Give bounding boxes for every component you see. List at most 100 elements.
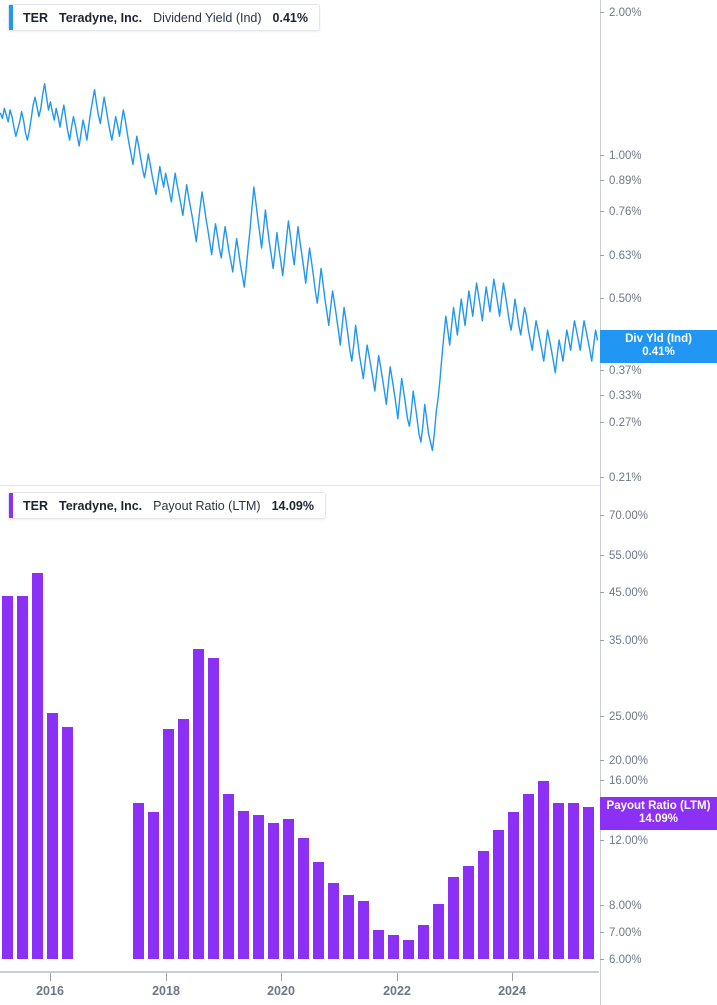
legend-company-top: Teradyne, Inc.: [59, 10, 143, 25]
payout-ratio-bar[interactable]: [253, 814, 264, 959]
x-axis-label-2022: 2022: [383, 984, 411, 998]
payout-ratio-bar[interactable]: [32, 573, 43, 959]
tick-mark-icon: [600, 959, 604, 960]
payout-ratio-legend[interactable]: TER Teradyne, Inc. Payout Ratio (LTM) 14…: [8, 492, 326, 519]
legend-value-top: 0.41%: [272, 10, 308, 25]
payout-ratio-panel: 70.00% 55.00% 45.00% 35.00% 25.00% 20.00% 16.0…: [0, 486, 717, 1005]
payout-ratio-bar[interactable]: [358, 901, 369, 959]
tick-label: 55.00%: [609, 550, 649, 562]
tick-label: 45.00%: [609, 587, 649, 599]
tick-mark-icon: [600, 760, 604, 761]
payout-ratio-bar[interactable]: [62, 726, 73, 959]
legend-ticker-bottom: TER: [23, 498, 48, 513]
tick-mark-icon: [600, 932, 604, 933]
tick-mark-icon: [600, 905, 604, 906]
badge-label-top: Div Yld (Ind): [625, 333, 692, 345]
y-axis-line-top: [600, 0, 601, 486]
payout-ratio-bar[interactable]: [583, 806, 594, 959]
payout-ratio-bar[interactable]: [298, 837, 309, 959]
tick-mark-icon: [600, 422, 604, 423]
tick-label: 2.00%: [609, 7, 642, 19]
tick-mark-icon: [600, 640, 604, 641]
payout-ratio-bar[interactable]: [328, 882, 339, 959]
payout-ratio-bar[interactable]: [238, 810, 249, 959]
payout-ratio-bar[interactable]: [538, 780, 549, 959]
payout-ratio-bar[interactable]: [343, 894, 354, 959]
tick-label: 0.63%: [609, 250, 642, 262]
x-axis-label-2018: 2018: [152, 984, 180, 998]
payout-ratio-bar[interactable]: [508, 812, 519, 959]
payout-ratio-bar[interactable]: [193, 649, 204, 959]
payout-ratio-bar[interactable]: [373, 929, 384, 959]
tick-mark-icon: [600, 12, 604, 13]
payout-ratio-bar[interactable]: [208, 657, 219, 959]
tick-mark-icon: [600, 298, 604, 299]
x-axis-label-2024: 2024: [498, 984, 526, 998]
payout-ratio-bar[interactable]: [493, 830, 504, 959]
x-axis-line: [0, 971, 599, 973]
payout-ratio-bar[interactable]: [403, 940, 414, 959]
payout-ratio-bar[interactable]: [133, 803, 144, 959]
tick-label: 0.76%: [609, 206, 642, 218]
payout-ratio-bar[interactable]: [523, 794, 534, 959]
payout-ratio-bar[interactable]: [223, 794, 234, 959]
tick-label: 0.21%: [609, 472, 642, 484]
tick-mark-icon: [600, 255, 604, 256]
dividend-yield-y-axis: 2.00% 1.00% 0.89% 0.76% 0.63% 0.50% 0.37% 0.33%…: [600, 0, 717, 486]
x-tick-mark-2024: [512, 973, 513, 981]
x-axis-label-2016: 2016: [36, 984, 64, 998]
legend-metric-top: Dividend Yield (Ind): [153, 10, 262, 25]
tick-mark-icon: [600, 395, 604, 396]
tick-mark-icon: [600, 211, 604, 212]
payout-ratio-bar[interactable]: [448, 876, 459, 959]
payout-ratio-bar[interactable]: [148, 812, 159, 959]
payout-ratio-bar[interactable]: [2, 595, 13, 959]
tick-mark-icon: [600, 840, 604, 841]
payout-ratio-bar[interactable]: [47, 713, 58, 959]
tick-mark-icon: [600, 780, 604, 781]
tick-mark-icon: [600, 370, 604, 371]
tick-label: 1.00%: [609, 150, 642, 162]
payout-ratio-bar[interactable]: [313, 862, 324, 959]
payout-ratio-bar[interactable]: [463, 865, 474, 959]
chart-page: 2.00% 1.00% 0.89% 0.76% 0.63% 0.50% 0.37% 0.33%…: [0, 0, 717, 1005]
tick-mark-icon: [600, 180, 604, 181]
dividend-yield-plot[interactable]: [0, 0, 599, 486]
payout-ratio-plot[interactable]: [0, 486, 599, 959]
x-axis-label-2020: 2020: [267, 984, 295, 998]
badge-value-bottom: 14.09%: [638, 813, 678, 825]
payout-ratio-bar[interactable]: [163, 729, 174, 959]
tick-label: 0.37%: [609, 365, 642, 377]
y-axis-line-bottom: [600, 486, 601, 1005]
legend-metric-bottom: Payout Ratio (LTM): [153, 498, 261, 513]
badge-label-bottom: Payout Ratio (LTM): [606, 800, 711, 812]
tick-label: 35.00%: [609, 635, 649, 647]
legend-company-bottom: Teradyne, Inc.: [59, 498, 143, 513]
x-tick-mark-2018: [166, 973, 167, 981]
payout-ratio-bar[interactable]: [553, 803, 564, 959]
tick-mark-icon: [600, 592, 604, 593]
tick-label: 7.00%: [609, 927, 642, 939]
payout-ratio-bar[interactable]: [268, 823, 279, 959]
payout-ratio-bar[interactable]: [478, 850, 489, 959]
dividend-yield-value-badge[interactable]: Div Yld (Ind) 0.41%: [600, 330, 717, 363]
payout-ratio-value-badge[interactable]: Payout Ratio (LTM) 14.09%: [600, 797, 717, 830]
payout-ratio-bar[interactable]: [283, 818, 294, 959]
legend-color-swatch-blue: [9, 5, 13, 30]
dividend-yield-legend[interactable]: TER Teradyne, Inc. Dividend Yield (Ind) …: [8, 4, 320, 31]
x-tick-mark-2020: [281, 973, 282, 981]
payout-ratio-bar[interactable]: [568, 803, 579, 959]
tick-mark-icon: [600, 155, 604, 156]
tick-label: 20.00%: [609, 755, 649, 767]
tick-mark-icon: [600, 515, 604, 516]
payout-ratio-bar[interactable]: [17, 595, 28, 959]
payout-ratio-bar[interactable]: [388, 934, 399, 959]
payout-ratio-bar[interactable]: [433, 903, 444, 959]
tick-label: 0.27%: [609, 417, 642, 429]
payout-ratio-bar[interactable]: [178, 718, 189, 959]
x-tick-mark-2022: [397, 973, 398, 981]
legend-color-swatch-purple: [9, 493, 13, 518]
dividend-yield-panel: 2.00% 1.00% 0.89% 0.76% 0.63% 0.50% 0.37% 0.33%…: [0, 0, 717, 486]
tick-label: 25.00%: [609, 711, 649, 723]
payout-ratio-bar[interactable]: [418, 924, 429, 959]
